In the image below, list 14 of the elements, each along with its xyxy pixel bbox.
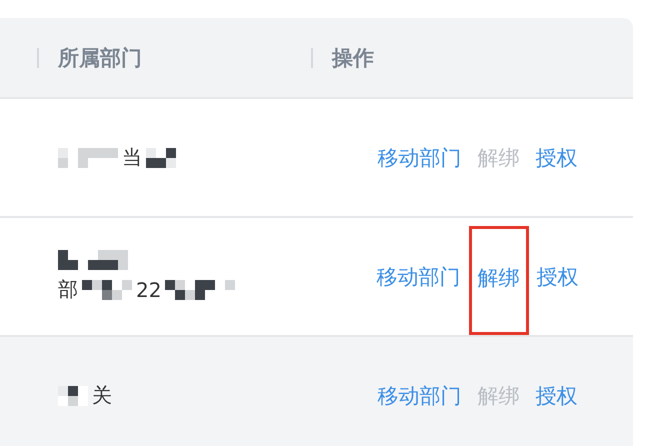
action-link[interactable]: 授权 [528,144,586,172]
redacted-text: 关 [92,382,112,409]
action-link[interactable]: 移动部门 [368,262,468,290]
action-link[interactable]: 移动部门 [370,382,470,410]
redacted-text: 部 [58,276,78,303]
redacted-text: 当 [122,144,142,171]
column-header: 操作 [332,44,374,72]
action-link[interactable]: 授权 [528,382,586,410]
table-row[interactable]: 部 22 移动部门 解绑 授权 [0,216,633,335]
column-header: 所属部门 [58,44,142,72]
action-link[interactable]: 解绑 [468,226,528,335]
action-link[interactable]: 授权 [528,262,586,290]
redacted-text: 22 [136,278,162,302]
action-link[interactable]: 移动部门 [370,144,470,172]
